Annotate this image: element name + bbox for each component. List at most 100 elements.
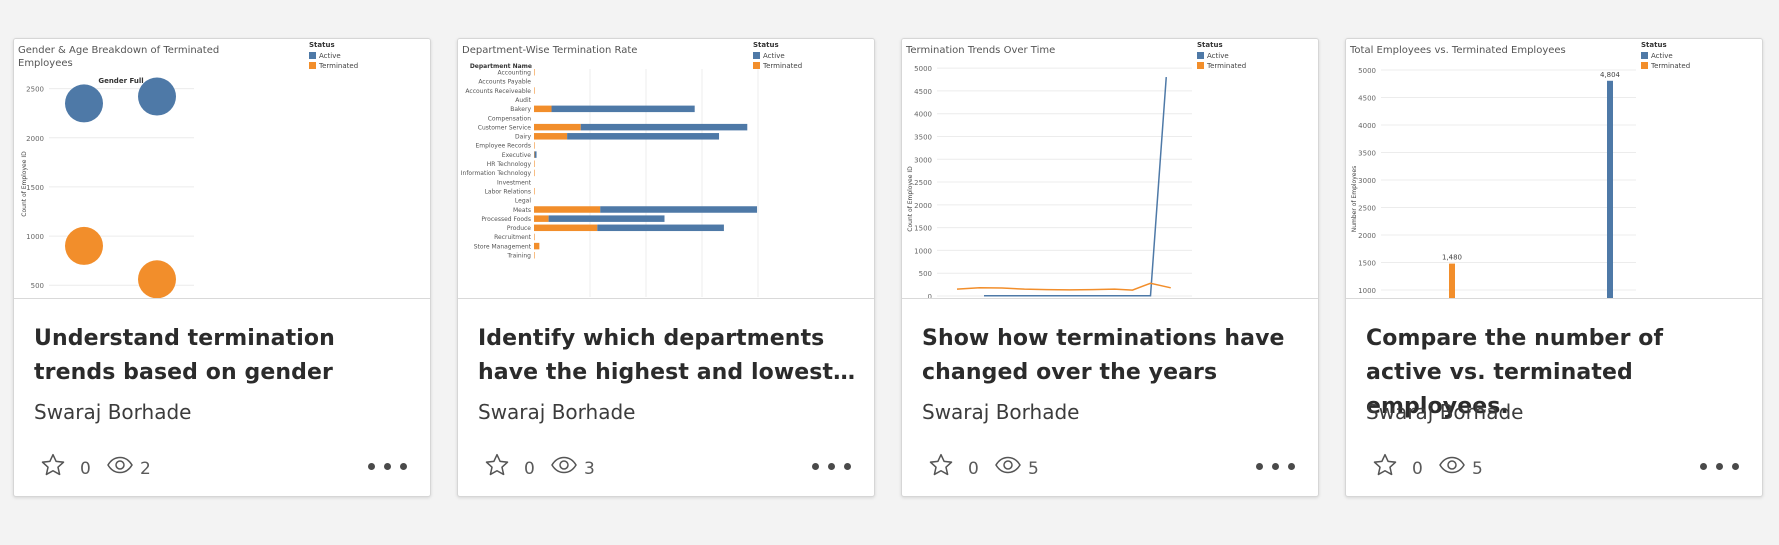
workbook-author[interactable]: Swaraj Borhade (922, 400, 1079, 424)
legend-swatch (753, 62, 760, 69)
category-label: Bakery (510, 106, 531, 113)
line-chart: Termination Trends Over Time Status Active… (905, 41, 1246, 298)
y-tick-label: 5000 (1358, 67, 1376, 75)
bar (534, 142, 535, 149)
eye-icon (1439, 456, 1465, 474)
y-axis-label: Count of Employee ID (21, 151, 28, 217)
category-label: Accounts Receiveable (465, 88, 531, 95)
bar (534, 151, 537, 158)
category-label: Information Technology (461, 170, 532, 177)
category-label: Investment (497, 179, 532, 186)
legend-item: Active (763, 52, 785, 60)
star-icon (41, 453, 65, 476)
bar (551, 105, 695, 113)
y-tick-label: 500 (31, 282, 44, 290)
series-line (984, 76, 1167, 297)
y-tick-label: 4500 (914, 88, 932, 96)
category-label: Customer Service (478, 124, 532, 131)
bar (534, 169, 535, 177)
bar (534, 206, 601, 213)
legend-title: Status (1641, 41, 1667, 49)
bar (548, 215, 665, 222)
legend-swatch (309, 52, 316, 59)
more-options-button[interactable] (812, 463, 852, 473)
bar (1449, 263, 1455, 298)
category-label: Compensation (488, 115, 532, 122)
workbook-thumbnail[interactable]: Termination Trends Over Time Status Active… (902, 39, 1318, 299)
category-label: Accounting (497, 70, 531, 77)
y-tick-label: 2000 (1358, 232, 1376, 240)
y-tick-label: 1500 (26, 184, 44, 192)
legend-item: Terminated (762, 62, 802, 70)
legend-swatch (1641, 52, 1648, 59)
y-tick-label: 3000 (1358, 177, 1376, 185)
chart-title: Termination Trends Over Time (905, 45, 1055, 56)
ellipsis-icon (812, 463, 819, 470)
y-tick-label: 3500 (1358, 150, 1376, 158)
views-count: 3 (584, 459, 595, 479)
bar (567, 133, 720, 140)
workbook-author[interactable]: Swaraj Borhade (478, 400, 635, 424)
category-label: Audit (515, 97, 531, 104)
workbook-card[interactable]: Department-Wise Termination Rate Status Ac… (457, 38, 875, 497)
workbook-card[interactable]: Gender & Age Breakdown of Terminated Empl… (13, 38, 431, 497)
data-label: 4,804 (1600, 71, 1621, 79)
bar (534, 215, 549, 222)
star-icon (929, 453, 953, 476)
bar (597, 224, 724, 232)
bar (534, 105, 552, 113)
legend-swatch (1197, 62, 1204, 69)
workbook-thumbnail[interactable]: Gender & Age Breakdown of Terminated Empl… (14, 39, 430, 299)
legend-item: Active (1207, 52, 1229, 60)
y-tick-label: 500 (919, 270, 932, 278)
bar (534, 224, 598, 232)
data-point (65, 84, 103, 123)
category-label: Employee Records (476, 143, 531, 150)
bar (534, 187, 535, 195)
favorite-count: 0 (1412, 459, 1423, 479)
workbook-card[interactable]: Total Employees vs. Terminated Employees… (1345, 38, 1763, 497)
legend-item: Active (319, 52, 341, 60)
category-label: Accounts Payable (478, 79, 531, 86)
workbook-thumbnail[interactable]: Total Employees vs. Terminated Employees… (1346, 39, 1762, 299)
bar (534, 160, 535, 167)
category-label: HR Technology (487, 161, 532, 168)
column-header: Gender Full (98, 77, 143, 85)
favorite-count: 0 (80, 459, 91, 479)
legend-title: Status (753, 41, 779, 49)
y-tick-label: 3000 (914, 156, 932, 164)
legend-item: Terminated (1206, 62, 1246, 70)
data-point (138, 260, 176, 298)
series-line (956, 282, 1171, 291)
chart-title: Department-Wise Termination Rate (462, 45, 637, 56)
workbook-title[interactable]: Understand termination trends based on g… (34, 322, 414, 390)
category-label: Labor Relations (485, 188, 531, 195)
ellipsis-dot (844, 463, 851, 470)
bar (534, 233, 535, 241)
eye-icon (107, 456, 133, 474)
favorite-count: 0 (524, 459, 535, 479)
ellipsis-icon (1700, 463, 1707, 470)
category-label: Executive (502, 152, 532, 159)
y-tick-label: 3500 (914, 133, 932, 141)
y-tick-label: 1500 (914, 225, 932, 233)
more-options-button[interactable] (1700, 463, 1740, 473)
workbook-title[interactable]: Show how terminations have changed over … (922, 322, 1302, 390)
workbook-title[interactable]: Identify which departments have the high… (478, 322, 858, 390)
y-tick-label: 2500 (914, 179, 932, 187)
legend-swatch (309, 62, 316, 69)
y-tick-label: 1000 (914, 247, 932, 255)
scatter-chart: Gender & Age Breakdown of Terminated Empl… (18, 41, 358, 298)
bar (580, 123, 748, 131)
workbook-author[interactable]: Swaraj Borhade (1366, 400, 1523, 424)
workbook-author[interactable]: Swaraj Borhade (34, 400, 191, 424)
workbook-thumbnail[interactable]: Department-Wise Termination Rate Status Ac… (458, 39, 874, 299)
category-label: Processed Foods (481, 216, 531, 223)
category-label: Legal (515, 198, 531, 205)
y-tick-label: 1000 (1358, 287, 1376, 295)
more-options-button[interactable] (368, 463, 408, 473)
views-count: 5 (1028, 459, 1039, 479)
ellipsis-dot (1288, 463, 1295, 470)
workbook-card[interactable]: Termination Trends Over Time Status Active… (901, 38, 1319, 497)
more-options-button[interactable] (1256, 463, 1296, 473)
